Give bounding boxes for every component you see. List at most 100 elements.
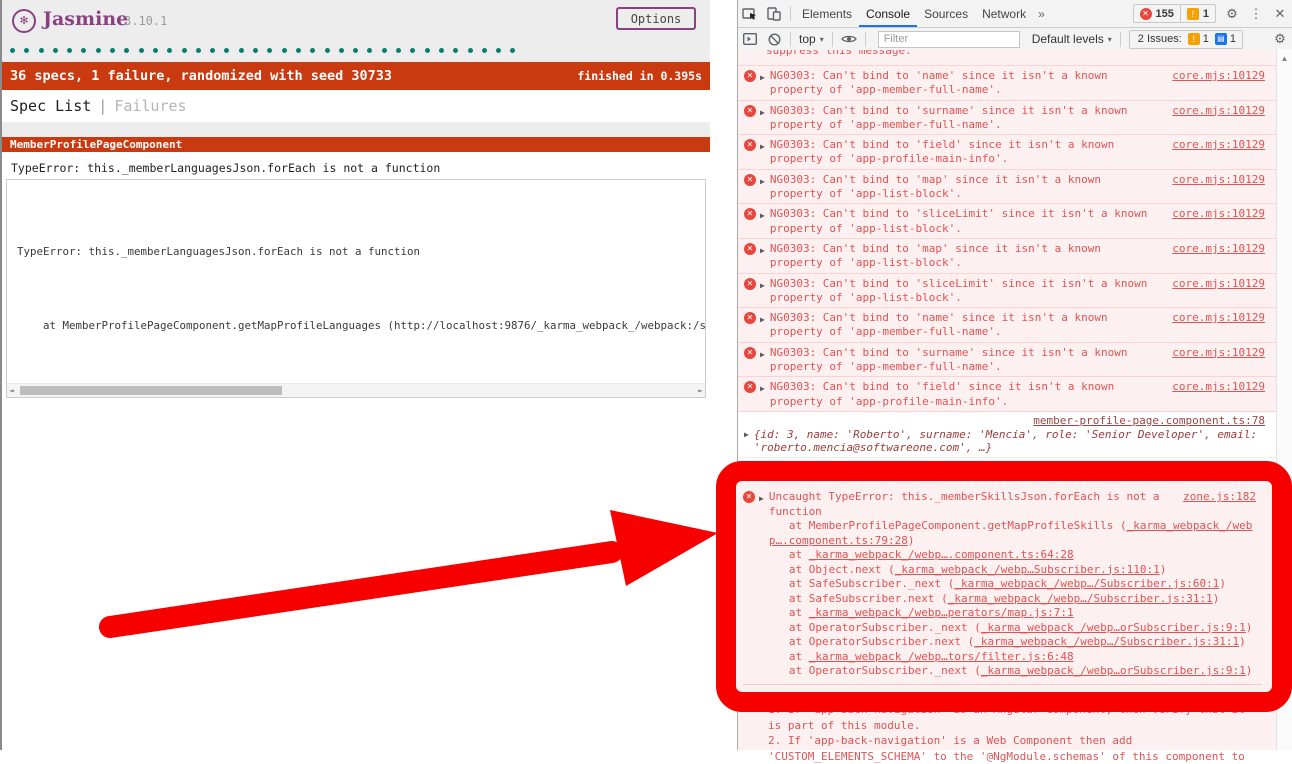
scroll-right-icon[interactable]: ► — [698, 384, 703, 397]
spec-dot[interactable] — [182, 48, 187, 53]
expand-triangle-icon[interactable]: ▶ — [759, 492, 764, 507]
spec-dot[interactable] — [196, 48, 201, 53]
source-link[interactable]: core.mjs:10129 — [1172, 69, 1265, 83]
spec-dot[interactable] — [210, 48, 215, 53]
expand-triangle-icon[interactable]: ▶ — [760, 175, 765, 189]
stack-link[interactable]: _karma_webpack_/webp…perators/map.js:7:1 — [809, 606, 1074, 619]
context-selector[interactable]: top▾ — [799, 32, 824, 46]
spec-dot[interactable] — [496, 48, 501, 53]
stack-link[interactable]: _karma_webpack_/webp….component.ts:64:28 — [809, 548, 1074, 561]
spec-dot[interactable] — [53, 48, 58, 53]
expand-triangle-icon[interactable]: ▶ — [760, 140, 765, 154]
spec-dot[interactable] — [267, 48, 272, 53]
filter-input[interactable] — [878, 31, 1020, 48]
warning-count-badge[interactable]: !1 — [1180, 5, 1215, 22]
expand-triangle-icon[interactable]: ▶ — [760, 313, 765, 327]
stack-link[interactable]: _karma_webpack_/webp…/Subscriber.js:60:1 — [954, 577, 1219, 590]
kebab-menu-icon[interactable]: ⋮ — [1246, 4, 1266, 24]
source-link[interactable]: member-profile-page.component.ts:78 — [1033, 414, 1265, 427]
spec-dot[interactable] — [224, 48, 229, 53]
spec-dot[interactable] — [339, 48, 344, 53]
source-link[interactable]: core.mjs:10129 — [1172, 138, 1265, 152]
spec-dot[interactable] — [410, 48, 415, 53]
source-link[interactable]: core.mjs:10129 — [1172, 242, 1265, 256]
spec-dot[interactable] — [396, 48, 401, 53]
spec-dot[interactable] — [10, 48, 15, 53]
spec-dot[interactable] — [453, 48, 458, 53]
stack-link[interactable]: _karma_webpack_/webp…/Subscriber.js:31:1 — [948, 592, 1213, 605]
scrollbar-thumb[interactable] — [20, 386, 282, 395]
stack-link[interactable]: _karma_webpack_/webp…orSubscriber.js:9:1 — [981, 664, 1246, 677]
spec-dot[interactable] — [439, 48, 444, 53]
more-tabs-icon[interactable]: » — [1038, 7, 1045, 21]
source-link[interactable]: core.mjs:10129 — [1172, 346, 1265, 360]
horizontal-scrollbar[interactable]: ◄ ► — [7, 383, 705, 397]
console-settings-gear-icon[interactable]: ⚙ — [1270, 29, 1290, 49]
source-link[interactable]: zone.js:182 — [1183, 490, 1256, 505]
stack-link[interactable]: _karma_webpack_/webp…/Subscriber.js:31:1 — [974, 635, 1239, 648]
spec-dot[interactable] — [382, 48, 387, 53]
spec-dot[interactable] — [81, 48, 86, 53]
device-toolbar-icon[interactable] — [764, 4, 784, 24]
stack-frame: at MemberProfilePageComponent.getMapProf… — [769, 519, 1256, 548]
tab-failures[interactable]: Failures — [114, 97, 186, 115]
tab-network[interactable]: Network — [975, 2, 1033, 27]
inspect-icon[interactable] — [740, 4, 760, 24]
expand-triangle-icon[interactable]: ▶ — [760, 209, 765, 223]
tab-elements[interactable]: Elements — [795, 2, 859, 27]
scroll-left-icon[interactable]: ◄ — [9, 384, 14, 397]
stack-link[interactable]: _karma_webpack_/webp…tors/filter.js:6:48 — [809, 650, 1074, 663]
spec-dot[interactable] — [253, 48, 258, 53]
error-count-badge[interactable]: ✕155 — [1134, 5, 1180, 22]
settings-gear-icon[interactable]: ⚙ — [1222, 4, 1242, 24]
tab-sources[interactable]: Sources — [917, 2, 975, 27]
expand-triangle-icon[interactable]: ▶ — [760, 244, 765, 258]
source-link[interactable]: core.mjs:10129 — [1172, 104, 1265, 118]
spec-dot[interactable] — [482, 48, 487, 53]
source-link[interactable]: core.mjs:10129 — [1172, 207, 1265, 221]
spec-dot[interactable] — [124, 48, 129, 53]
expand-triangle-icon[interactable]: ▶ — [760, 279, 765, 293]
issues-counter[interactable]: 2 Issues: ! 1 ▤ 1 — [1129, 30, 1243, 49]
log-levels-selector[interactable]: Default levels▾ — [1032, 32, 1112, 46]
tab-console[interactable]: Console — [859, 2, 917, 27]
suite-bar[interactable]: MemberProfilePageComponent — [2, 137, 710, 152]
expand-triangle-icon[interactable]: ▶ — [760, 106, 765, 120]
stack-link[interactable]: _karma_webpack_/webp…Subscriber.js:110:1 — [895, 563, 1160, 576]
spec-dot[interactable] — [310, 48, 315, 53]
expand-triangle-icon[interactable]: ▶ — [760, 382, 765, 396]
live-expression-eye-icon[interactable] — [839, 29, 859, 49]
spec-dot[interactable] — [510, 48, 515, 53]
error-message: Uncaught TypeError: this._memberSkillsJs… — [769, 490, 1173, 519]
spec-dot[interactable] — [353, 48, 358, 53]
source-link[interactable]: core.mjs:10129 — [1172, 380, 1265, 394]
source-link[interactable]: core.mjs:10129 — [1172, 311, 1265, 325]
expand-triangle-icon[interactable]: ▶ — [744, 430, 749, 439]
expand-triangle-icon[interactable]: ▶ — [760, 71, 765, 85]
spec-dot[interactable] — [282, 48, 287, 53]
source-link[interactable]: core.mjs:10129 — [1172, 277, 1265, 291]
console-sidebar-icon[interactable] — [740, 29, 760, 49]
spec-dot[interactable] — [296, 48, 301, 53]
spec-dot[interactable] — [110, 48, 115, 53]
clear-console-icon[interactable] — [764, 29, 784, 49]
spec-dot[interactable] — [96, 48, 101, 53]
spec-dot[interactable] — [139, 48, 144, 53]
scroll-up-icon[interactable]: ▲ — [1277, 49, 1292, 63]
spec-dot[interactable] — [39, 48, 44, 53]
spec-dot[interactable] — [167, 48, 172, 53]
spec-dot[interactable] — [153, 48, 158, 53]
expand-triangle-icon[interactable]: ▶ — [760, 348, 765, 362]
source-link[interactable]: core.mjs:10129 — [1172, 173, 1265, 187]
close-icon[interactable]: ✕ — [1270, 4, 1290, 24]
options-button[interactable]: Options — [616, 7, 696, 30]
spec-dot[interactable] — [24, 48, 29, 53]
spec-dot[interactable] — [67, 48, 72, 53]
spec-dot[interactable] — [239, 48, 244, 53]
spec-dot[interactable] — [425, 48, 430, 53]
stack-link[interactable]: _karma_webpack_/webp…orSubscriber.js:9:1 — [981, 621, 1246, 634]
spec-dot[interactable] — [468, 48, 473, 53]
tab-spec-list[interactable]: Spec List — [10, 97, 91, 115]
spec-dot[interactable] — [325, 48, 330, 53]
spec-dot[interactable] — [367, 48, 372, 53]
